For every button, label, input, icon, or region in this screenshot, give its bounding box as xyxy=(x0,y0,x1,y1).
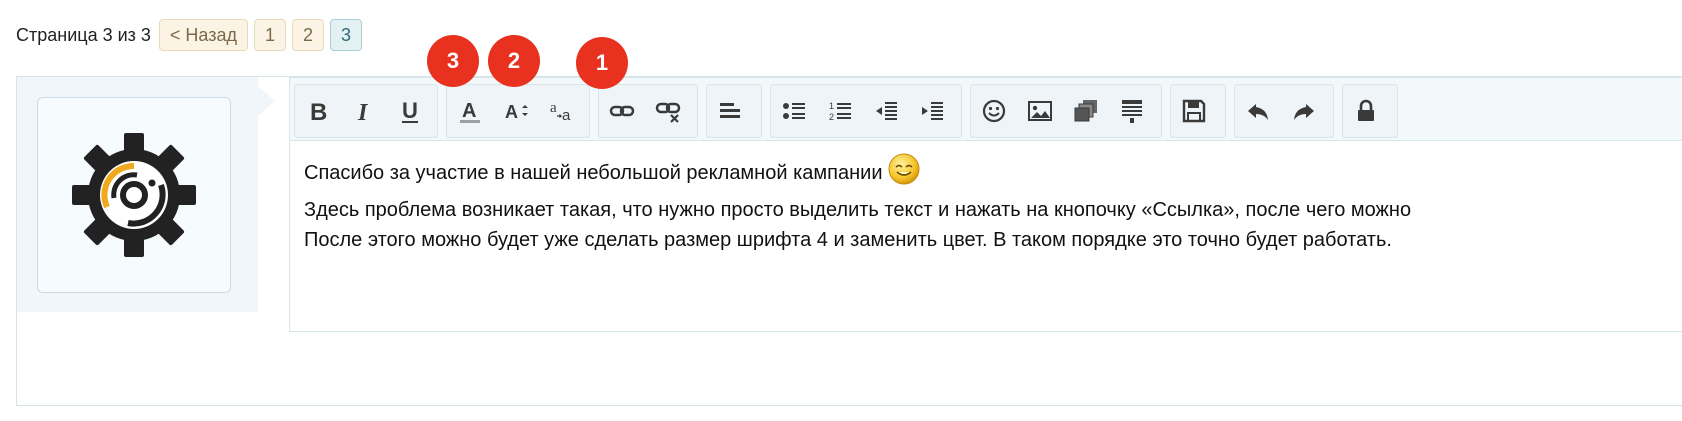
toolbar-group-links xyxy=(598,84,698,138)
toolbar-group-font: A A aa xyxy=(446,84,590,138)
page-1-button[interactable]: 1 xyxy=(254,19,287,51)
template-button[interactable] xyxy=(1109,88,1155,134)
marker-3-badge: 3 xyxy=(427,35,479,87)
pagination: Страница 3 из 3 < Назад 1 2 3 xyxy=(16,18,363,52)
indent-icon xyxy=(922,102,943,120)
marker-1-badge: 1 xyxy=(576,37,628,89)
redo-button[interactable] xyxy=(1281,88,1327,134)
editor-content[interactable]: Спасибо за участие в нашей небольшой рек… xyxy=(304,152,1682,255)
redo-icon xyxy=(1294,104,1314,120)
smiley-emoticon-icon xyxy=(887,152,921,195)
underline-button[interactable]: U xyxy=(387,88,433,134)
numbered-list-button[interactable]: 12 xyxy=(817,88,863,134)
svg-text:B: B xyxy=(310,99,327,124)
toolbar-group-history xyxy=(1234,84,1334,138)
toolbar-group-insert xyxy=(970,84,1162,138)
smile-button[interactable] xyxy=(971,88,1017,134)
outdent-icon xyxy=(876,102,897,120)
post-container: B I U A A aa 1 2 Спасибо за участие в на… xyxy=(16,76,1682,406)
save-icon xyxy=(1182,99,1206,123)
font-size-button[interactable]: A xyxy=(493,88,539,134)
bubble-arrow xyxy=(257,85,275,117)
font-size-icon: A xyxy=(505,102,528,122)
avatar[interactable] xyxy=(37,97,231,293)
smile-icon xyxy=(982,99,1006,123)
italic-icon: I xyxy=(357,100,369,124)
editor-toolbar: B I U A A aa 1 2 xyxy=(290,78,1682,141)
svg-text:2: 2 xyxy=(829,112,834,122)
font-family-icon: aa xyxy=(550,100,571,124)
numbered-list-icon: 12 xyxy=(829,101,851,122)
svg-text:A: A xyxy=(505,102,518,122)
gear-logo-icon xyxy=(72,133,196,257)
svg-text:a: a xyxy=(550,100,557,116)
underline-icon: U xyxy=(402,98,418,123)
font-family-button[interactable]: aa xyxy=(539,88,585,134)
toolbar-group-lock xyxy=(1342,84,1398,138)
unlink-button[interactable] xyxy=(645,88,691,134)
save-button[interactable] xyxy=(1171,88,1217,134)
template-icon xyxy=(1122,100,1142,123)
message-editor[interactable]: B I U A A aa 1 2 Спасибо за участие в на… xyxy=(289,77,1682,332)
toolbar-group-save xyxy=(1170,84,1226,138)
content-line-3: После этого можно будет уже сделать разм… xyxy=(304,229,1392,251)
toolbar-group-format: B I U xyxy=(294,84,438,138)
image-icon xyxy=(1028,101,1052,121)
undo-icon xyxy=(1248,104,1268,120)
align-button[interactable] xyxy=(707,88,753,134)
bullet-list-button[interactable] xyxy=(771,88,817,134)
bullet-list-icon xyxy=(783,103,805,119)
svg-text:1: 1 xyxy=(829,101,834,111)
text-color-button[interactable]: A xyxy=(447,88,493,134)
lock-icon xyxy=(1358,99,1374,121)
link-icon xyxy=(609,105,635,117)
marker-2-badge: 2 xyxy=(488,35,540,87)
svg-text:I: I xyxy=(357,100,369,124)
page-3-button[interactable]: 3 xyxy=(330,19,363,51)
align-icon xyxy=(720,103,740,118)
bold-icon: B xyxy=(310,99,327,124)
page-label: Страница 3 из 3 xyxy=(16,24,151,45)
svg-text:A: A xyxy=(462,100,476,122)
content-line-2: Здесь проблема возникает такая, что нужн… xyxy=(304,199,1412,221)
media-icon xyxy=(1074,100,1097,122)
image-button[interactable] xyxy=(1017,88,1063,134)
bold-button[interactable]: B xyxy=(295,88,341,134)
svg-text:U: U xyxy=(402,98,418,123)
lock-button[interactable] xyxy=(1343,88,1389,134)
content-line-1: Спасибо за участие в нашей небольшой рек… xyxy=(304,152,1682,195)
user-info-column xyxy=(17,77,258,312)
svg-text:a: a xyxy=(562,107,571,124)
link-button[interactable] xyxy=(599,88,645,134)
undo-button[interactable] xyxy=(1235,88,1281,134)
toolbar-group-lists: 12 xyxy=(770,84,962,138)
prev-page-button[interactable]: < Назад xyxy=(158,19,249,51)
unlink-icon xyxy=(655,102,681,123)
indent-button[interactable] xyxy=(909,88,955,134)
toolbar-group-align xyxy=(706,84,762,138)
italic-button[interactable]: I xyxy=(341,88,387,134)
text-color-icon: A xyxy=(460,100,480,123)
media-button[interactable] xyxy=(1063,88,1109,134)
page-2-button[interactable]: 2 xyxy=(292,19,325,51)
outdent-button[interactable] xyxy=(863,88,909,134)
